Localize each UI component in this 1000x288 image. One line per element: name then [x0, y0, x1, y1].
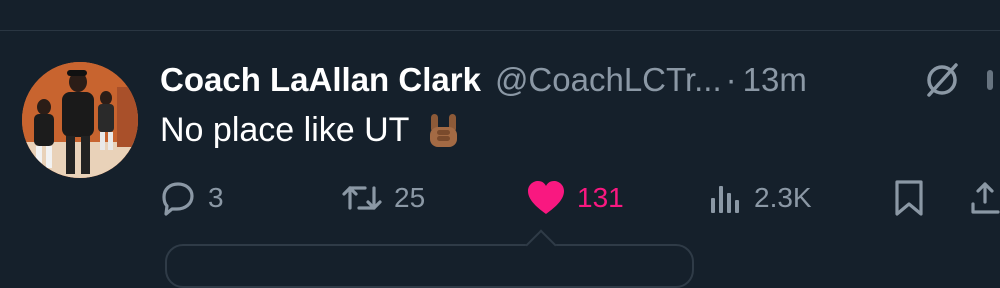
separator-dot: · [725, 61, 737, 98]
bookmark-icon [895, 180, 923, 216]
views-count: 2.3K [754, 182, 812, 213]
tweet-text-content: No place like UT [160, 110, 410, 149]
retweet-button[interactable]: 25 [340, 176, 425, 220]
reply-count: 3 [208, 182, 224, 213]
views-icon [711, 186, 739, 213]
tweet-header: Coach LaAllan Clark @CoachLCTr... · 13m [160, 58, 807, 102]
like-count: 131 [577, 182, 624, 213]
tweet-text: No place like UT [160, 110, 463, 150]
avatar-photo [22, 62, 138, 178]
share-icon [971, 182, 1000, 214]
tweet-time[interactable]: 13m [743, 61, 807, 99]
grok-icon[interactable] [922, 60, 962, 100]
author-name[interactable]: Coach LaAllan Clark [160, 61, 481, 99]
avatar[interactable] [22, 62, 138, 178]
reply-button[interactable]: 3 [158, 176, 224, 220]
more-menu-edge[interactable] [987, 70, 993, 90]
reply-icon [162, 182, 194, 216]
bookmark-button[interactable] [892, 176, 926, 220]
author-handle[interactable]: @CoachLCTr... [495, 61, 722, 99]
top-divider [0, 30, 1000, 31]
views-button[interactable]: 2.3K [708, 176, 812, 220]
share-button[interactable] [965, 176, 1000, 220]
retweet-icon [342, 186, 382, 210]
reply-box[interactable] [165, 244, 694, 288]
like-button[interactable]: 131 [525, 176, 624, 220]
action-bar: 3 25 131 2.3K [0, 176, 1000, 220]
retweet-count: 25 [394, 182, 426, 213]
heart-icon [528, 181, 564, 214]
horns-emoji-icon [423, 110, 463, 150]
